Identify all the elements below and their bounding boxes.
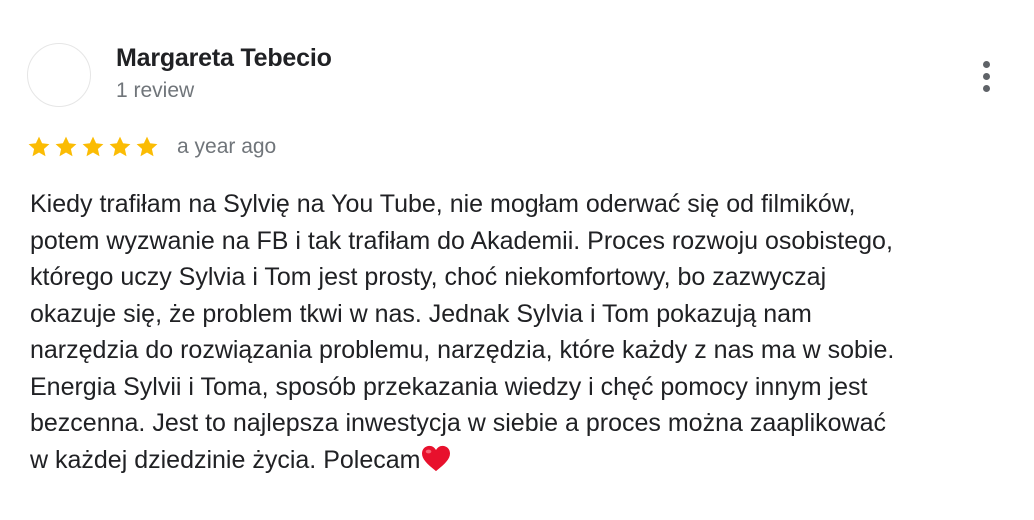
star-icon bbox=[108, 135, 132, 159]
review-text-line: którego uczy Sylvia i Tom jest prosty, c… bbox=[30, 263, 827, 291]
review-text-line: okazuje się, że problem tkwi w nas. Jedn… bbox=[30, 299, 812, 328]
star-icon bbox=[81, 135, 105, 159]
review-text-line: bezcenna. Jest to najlepsza inwestycja w… bbox=[30, 409, 887, 437]
rating-row: a year ago bbox=[27, 130, 276, 164]
star-icon bbox=[135, 135, 159, 159]
star-rating bbox=[27, 135, 159, 159]
review-text-last-fragment: w każdej dziedzinie życia. Polecam bbox=[30, 445, 421, 474]
review-card: Margareta Tebecio 1 review a year ago Ki… bbox=[0, 0, 1034, 520]
review-text: Kiedy trafiłam na Sylvię na You Tube, ni… bbox=[30, 186, 1020, 478]
more-vert-icon-dot bbox=[982, 72, 990, 80]
star-icon bbox=[54, 135, 78, 159]
avatar[interactable] bbox=[27, 43, 91, 107]
review-time: a year ago bbox=[177, 135, 277, 158]
review-text-line: w każdej dziedzinie życia. Polecam bbox=[30, 442, 1020, 479]
more-vert-icon bbox=[982, 60, 990, 68]
reviewer-name[interactable]: Margareta Tebecio bbox=[116, 44, 332, 73]
review-count: 1 review bbox=[116, 79, 195, 102]
star-icon bbox=[27, 135, 51, 159]
more-vert-icon-dot bbox=[982, 84, 990, 92]
review-text-line: Energia Sylvii i Toma, sposób przekazani… bbox=[30, 372, 868, 401]
review-text-line: Kiedy trafiłam na Sylvię na You Tube, ni… bbox=[30, 190, 856, 218]
review-text-line: potem wyzwanie na FB i tak trafiłam do A… bbox=[30, 226, 893, 255]
review-text-line: narzędzia do rozwiązania problemu, narzę… bbox=[30, 336, 895, 364]
heart-emoji-icon bbox=[422, 445, 451, 471]
more-options-button[interactable] bbox=[970, 56, 1002, 96]
